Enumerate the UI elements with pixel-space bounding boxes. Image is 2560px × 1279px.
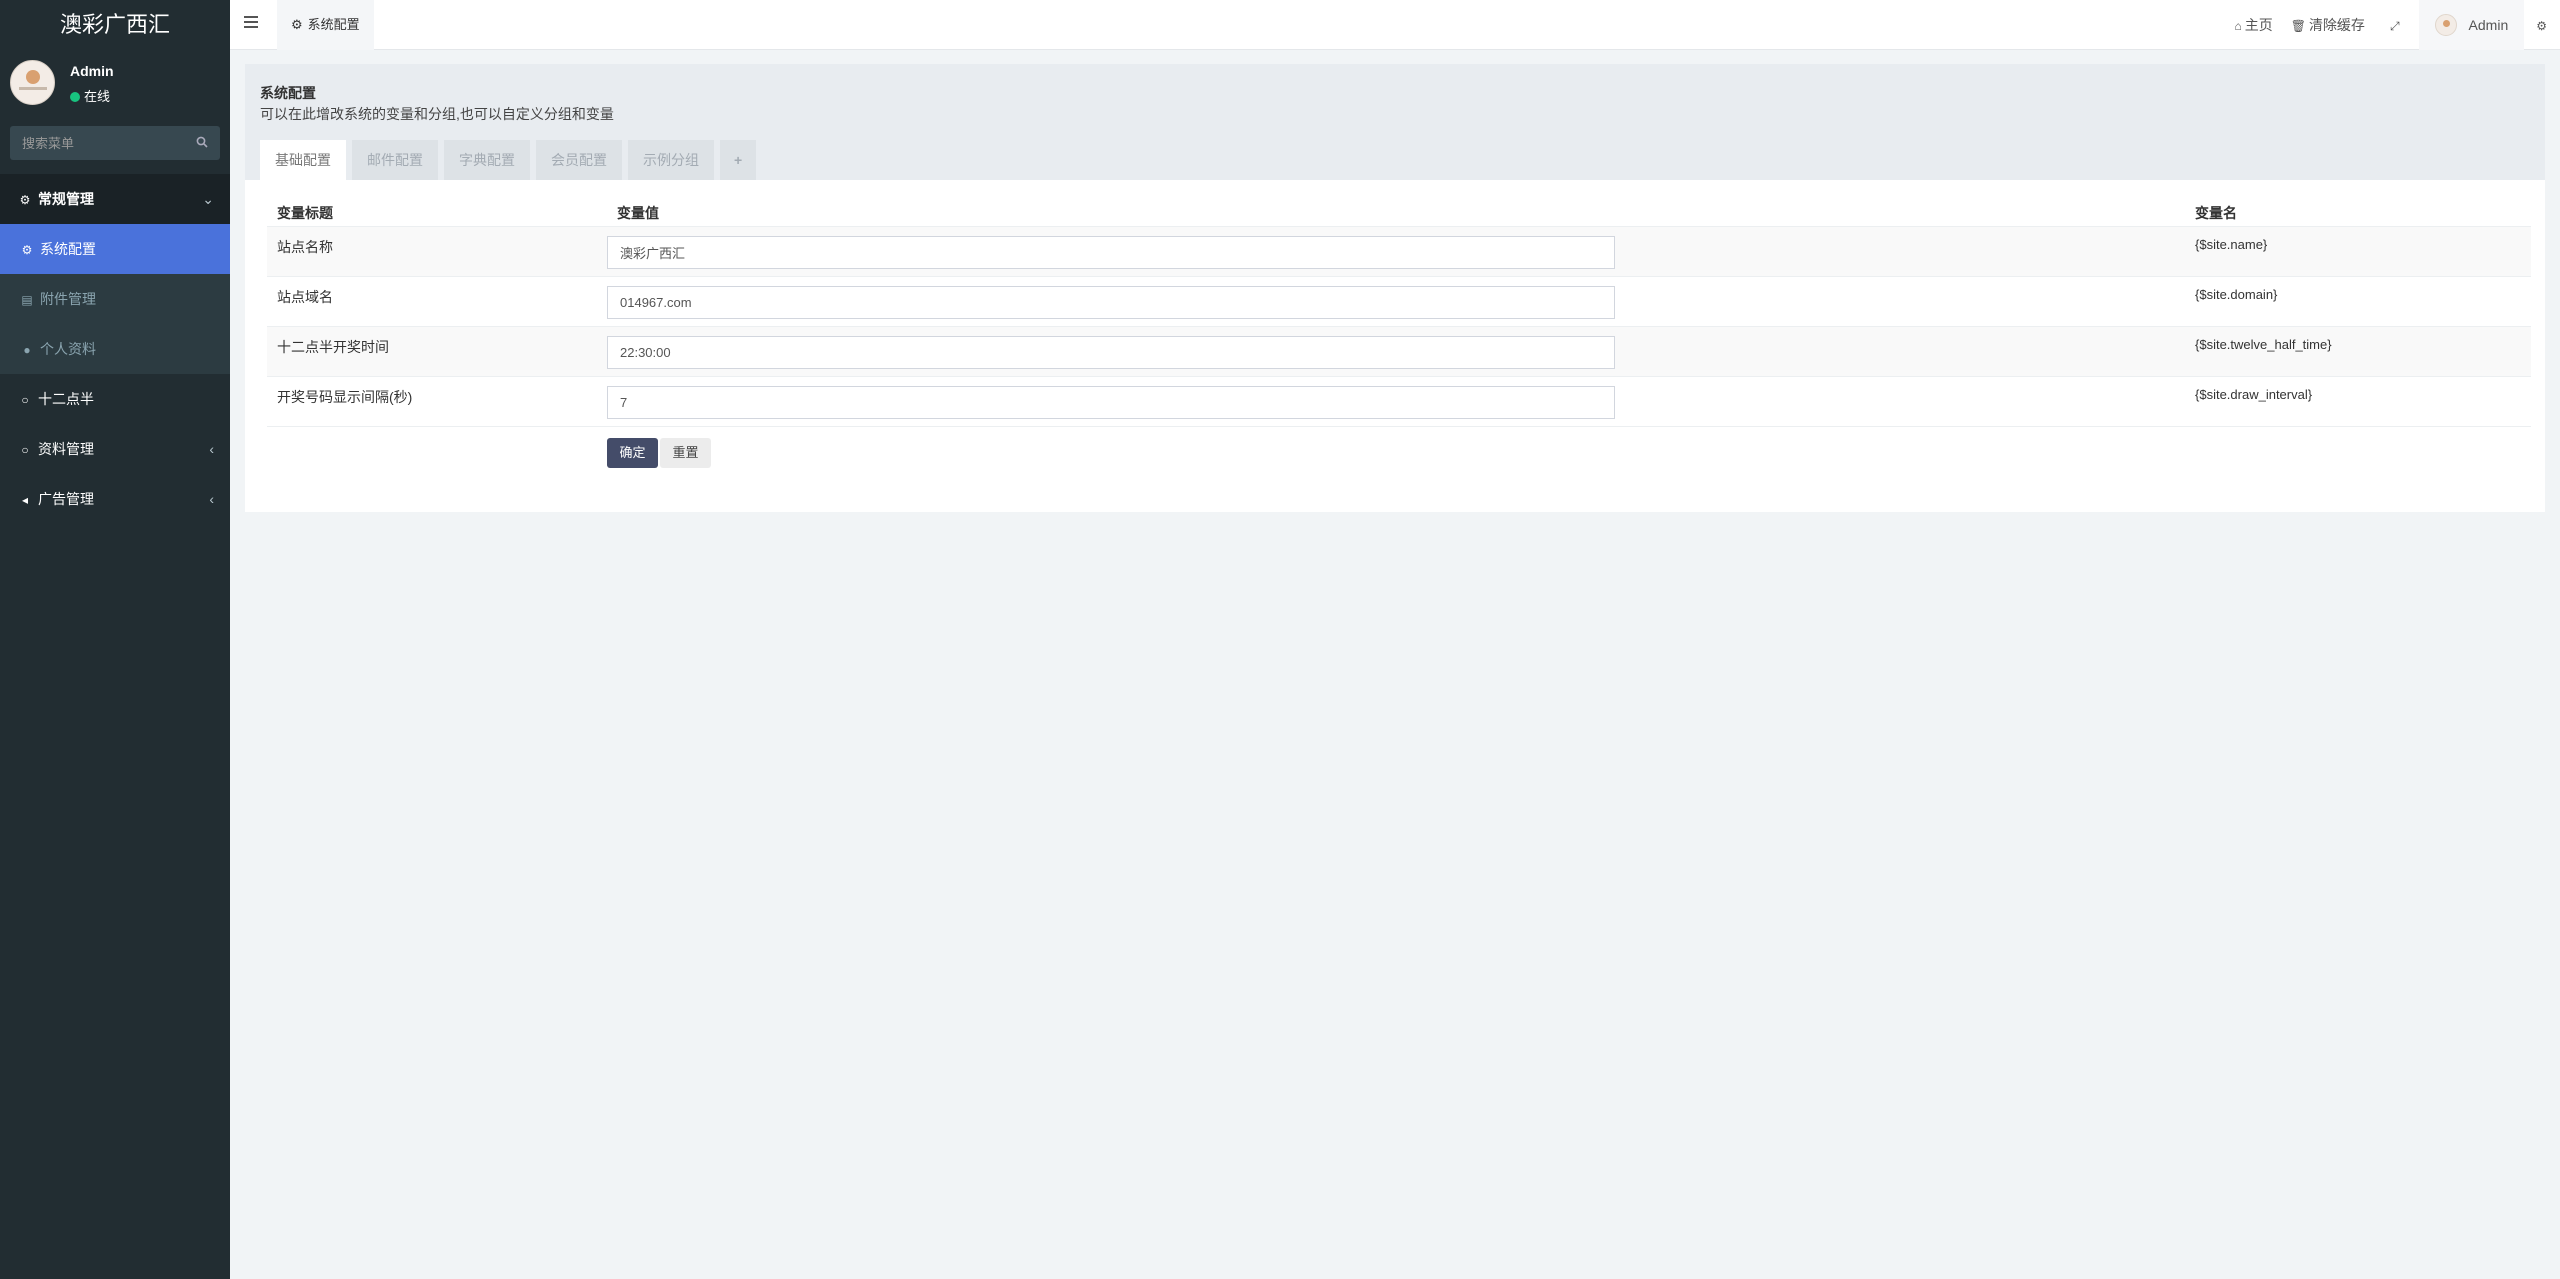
user-avatar xyxy=(2434,14,2457,36)
sidebar-item-profile[interactable]: ● 个人资料 xyxy=(0,324,230,374)
settings-button[interactable]: ⚙ xyxy=(2524,0,2560,50)
clear-cache-label: 清除缓存 xyxy=(2308,17,2365,33)
online-dot-icon xyxy=(70,92,80,102)
search-icon[interactable] xyxy=(196,136,208,148)
trash-icon: 🗑︎ xyxy=(2290,19,2306,33)
gear-icon: ⚙ xyxy=(291,17,303,32)
row-variable: {$site.twelve_half_time} xyxy=(2195,337,2332,352)
chevron-left-icon: ‹ xyxy=(209,441,214,457)
file-icon: ▤ xyxy=(21,293,33,307)
tab-dictionary-config[interactable]: 字典配置 xyxy=(444,140,530,180)
config-table: 变量标题 变量值 变量名 站点名称 {$site.name} 站点域名 {$si… xyxy=(267,194,2531,476)
expand-icon: ⤢ xyxy=(2389,19,2400,33)
table-row: 开奖号码显示间隔(秒) {$site.draw_interval} xyxy=(267,376,2531,426)
sidebar-item-label: 广告管理 xyxy=(38,491,94,507)
sidebar-menu: ⚙ 常规管理 ⌄ ⚙ 系统配置 ▤ 附件管理 ● 个人资料 ○ 十二点半 ○ 资料管理 ‹ … xyxy=(0,174,230,524)
chevron-left-icon: ‹ xyxy=(209,491,214,507)
row-variable: {$site.domain} xyxy=(2195,287,2278,302)
sidebar-group-label: 常规管理 xyxy=(38,191,94,207)
sidebar-item-attachments[interactable]: ▤ 附件管理 xyxy=(0,274,230,324)
sidebar: 澳彩广西汇 Admin 在线 ⚙ 常规管理 ⌄ ⚙ 系统配置 ▤ 附件管理 ● 个人资料… xyxy=(0,0,230,1279)
site-domain-field[interactable] xyxy=(607,286,1615,319)
table-row: 站点名称 {$site.name} xyxy=(267,226,2531,276)
header-title: 变量标题 xyxy=(277,205,333,221)
sidebar-item-label: 个人资料 xyxy=(40,341,96,357)
site-name-field[interactable] xyxy=(607,236,1615,269)
gear-icon: ⚙ xyxy=(21,243,33,257)
cogs-icon: ⚙ xyxy=(19,193,31,207)
row-variable: {$site.draw_interval} xyxy=(2195,387,2313,402)
reset-button[interactable]: 重置 xyxy=(660,438,711,468)
sidebar-item-label: 十二点半 xyxy=(38,391,94,407)
circle-icon: ○ xyxy=(21,443,29,457)
header-value: 变量值 xyxy=(617,205,659,221)
page-description: 可以在此增改系统的变量和分组,也可以自定义分组和变量 xyxy=(260,106,614,122)
user-icon: ● xyxy=(23,343,31,357)
menu-search-input[interactable] xyxy=(10,126,185,160)
user-status-label: 在线 xyxy=(84,89,111,104)
add-group-button[interactable]: + xyxy=(720,140,757,180)
table-row: 十二点半开奖时间 {$site.twelve_half_time} xyxy=(267,326,2531,376)
circle-icon: ○ xyxy=(21,393,29,407)
sidebar-group-general[interactable]: ⚙ 常规管理 ⌄ xyxy=(0,174,230,224)
confirm-button[interactable]: 确定 xyxy=(607,438,658,468)
clear-cache-button[interactable]: 🗑︎ 清除缓存 xyxy=(2282,0,2374,50)
topbar: ⚙ 系统配置 ⌂ 主页 🗑︎ 清除缓存 ⤢ Admin ⚙ xyxy=(230,0,2560,50)
app-logo[interactable]: 澳彩广西汇 xyxy=(0,0,230,50)
user-panel: Admin 在线 xyxy=(0,50,230,125)
home-link[interactable]: ⌂ 主页 xyxy=(2225,0,2281,50)
config-tabs: 基础配置 邮件配置 字典配置 会员配置 示例分组 + xyxy=(260,140,762,180)
user-menu-label: Admin xyxy=(2468,17,2509,33)
header-name: 变量名 xyxy=(2195,205,2237,221)
row-title: 站点域名 xyxy=(277,289,333,305)
sidebar-item-label: 系统配置 xyxy=(40,241,96,257)
sidebar-submenu: ⚙ 系统配置 ▤ 附件管理 ● 个人资料 xyxy=(0,224,230,374)
sidebar-item-system-config[interactable]: ⚙ 系统配置 xyxy=(0,224,230,274)
menu-search xyxy=(10,126,220,160)
row-title: 开奖号码显示间隔(秒) xyxy=(277,389,413,405)
cogs-icon: ⚙ xyxy=(2536,19,2547,33)
topbar-actions: ⌂ 主页 🗑︎ 清除缓存 ⤢ Admin ⚙ xyxy=(2225,0,2560,50)
panel-header: 系统配置 可以在此增改系统的变量和分组,也可以自定义分组和变量 基础配置 邮件配… xyxy=(245,64,2545,180)
home-icon: ⌂ xyxy=(2234,19,2242,33)
sidebar-toggle-icon[interactable] xyxy=(244,16,258,30)
tab-email-config[interactable]: 邮件配置 xyxy=(352,140,438,180)
home-label: 主页 xyxy=(2244,17,2273,33)
sidebar-item-ad-management[interactable]: ◂ 广告管理 ‹ xyxy=(0,474,230,524)
page-title: 系统配置 xyxy=(260,85,316,101)
draw-time-field[interactable] xyxy=(607,336,1615,369)
tab-label: 系统配置 xyxy=(307,17,360,32)
config-panel: 系统配置 可以在此增改系统的变量和分组,也可以自定义分组和变量 基础配置 邮件配… xyxy=(245,64,2545,512)
sidebar-item-twelve-half[interactable]: ○ 十二点半 xyxy=(0,374,230,424)
table-header: 变量标题 变量值 变量名 xyxy=(267,194,2531,226)
sidebar-item-data-management[interactable]: ○ 资料管理 ‹ xyxy=(0,424,230,474)
bullhorn-icon: ◂ xyxy=(21,493,29,507)
tab-basic-config[interactable]: 基础配置 xyxy=(260,140,346,180)
form-actions: 确定 重置 xyxy=(607,438,711,468)
avatar xyxy=(10,60,55,105)
draw-interval-field[interactable] xyxy=(607,386,1615,419)
user-name: Admin xyxy=(70,63,114,79)
row-title: 站点名称 xyxy=(277,239,333,255)
user-menu[interactable]: Admin xyxy=(2418,0,2525,50)
tab-system-config[interactable]: ⚙ 系统配置 xyxy=(277,0,374,50)
row-variable: {$site.name} xyxy=(2195,237,2268,252)
user-status: 在线 xyxy=(70,86,110,105)
sidebar-item-label: 资料管理 xyxy=(38,441,94,457)
tab-member-config[interactable]: 会员配置 xyxy=(536,140,622,180)
fullscreen-button[interactable]: ⤢ xyxy=(2374,0,2419,50)
table-row: 站点域名 {$site.domain} xyxy=(267,276,2531,326)
chevron-down-icon: ⌄ xyxy=(202,191,214,207)
row-title: 十二点半开奖时间 xyxy=(277,339,389,355)
tab-example-group[interactable]: 示例分组 xyxy=(628,140,714,180)
sidebar-item-label: 附件管理 xyxy=(40,291,96,307)
